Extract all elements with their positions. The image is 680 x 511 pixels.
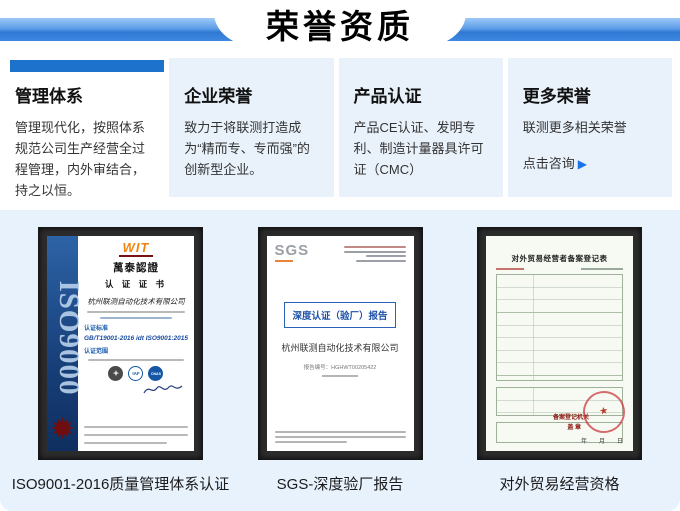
- fine-print-line: [366, 255, 406, 257]
- iso-certificate-paper: ISO9000 ✹ WIT 萬泰認證 认 证 证 书 杭州联测自动化技术有限公司…: [47, 236, 194, 451]
- tab-management-system[interactable]: 管理体系 管理现代化，按照体系规范公司生产经营全过程管理，内外审结合，持之以恒。: [10, 58, 164, 197]
- form-table-main: [496, 274, 623, 381]
- fine-print-line: [84, 426, 188, 428]
- fine-print-block: [275, 431, 406, 443]
- wit-logo-underline: [119, 255, 153, 257]
- tab-title: 更多荣誉: [523, 82, 658, 107]
- iso-side-band: ISO9000 ✹: [47, 236, 78, 451]
- iso-certificate-body: WIT 萬泰認證 认 证 证 书 杭州联测自动化技术有限公司 认证标准 GB/T…: [78, 236, 194, 451]
- sgs-logo-text: SGS: [275, 242, 310, 259]
- certificates-section: ISO9000 ✹ WIT 萬泰認證 认 证 证 书 杭州联测自动化技术有限公司…: [0, 210, 680, 511]
- fine-print-line: [84, 442, 167, 444]
- company-name: 杭州联测自动化技术有限公司: [87, 296, 185, 307]
- fine-print-line: [84, 434, 188, 436]
- page-title-box: 荣誉资质: [214, 0, 466, 47]
- certificate-foreign-trade[interactable]: 对外贸易经营者备案登记表 备案登记机关 盖 章 ★ 年 月 日: [477, 227, 642, 494]
- honor-tabs: 管理体系 管理现代化，按照体系规范公司生产经营全过程管理，内外审结合，持之以恒。…: [10, 58, 672, 197]
- certificate-caption: 对外贸易经营资格: [499, 473, 619, 494]
- tab-title: 产品认证: [354, 82, 489, 107]
- fine-print-line: [275, 441, 347, 443]
- stamp-seal-word: 盖 章: [567, 422, 581, 431]
- iaf-logo-icon: IAF: [128, 366, 143, 381]
- accreditation-logos: ✦ IAF CNAS: [108, 366, 163, 381]
- fine-print-line: [275, 431, 406, 433]
- form-subheader: [496, 268, 623, 270]
- section-header: 荣誉资质: [0, 0, 680, 55]
- certificate-frame: SGS 深度认证（验厂）报告 杭州联测自动化技术有限公司 报告编号：HGHWT0…: [258, 227, 423, 460]
- sgs-report-paper: SGS 深度认证（验厂）报告 杭州联测自动化技术有限公司 报告编号：HGHWT0…: [267, 236, 414, 451]
- standard-number: GB/T19001-2016 idt ISO9001:2015: [84, 335, 188, 342]
- certificate-frame: 对外贸易经营者备案登记表 备案登记机关 盖 章 ★ 年 月 日: [477, 227, 642, 460]
- wit-logo: WIT: [123, 242, 150, 254]
- fine-print-line: [344, 246, 406, 248]
- form-date-line: 年 月 日: [581, 436, 623, 445]
- certifier-name: 萬泰認證: [113, 260, 159, 275]
- fine-print-line: [100, 317, 173, 319]
- tab-description: 联测更多相关荣誉: [523, 117, 658, 138]
- stamp-star-icon: ★: [599, 406, 610, 417]
- consult-link[interactable]: 点击咨询▶: [523, 153, 658, 172]
- active-tab-indicator: [10, 60, 164, 72]
- sgs-logo-accent: [275, 260, 293, 262]
- trade-form-paper: 对外贸易经营者备案登记表 备案登记机关 盖 章 ★ 年 月 日: [486, 236, 633, 451]
- consult-link-label: 点击咨询: [523, 156, 575, 171]
- fine-print-line: [88, 359, 184, 361]
- iso9000-vertical-text: ISO9000: [47, 248, 91, 428]
- signature-icon: [142, 383, 184, 396]
- report-date-line: [322, 375, 358, 377]
- tab-description: 致力于将联测打造成为“精而专、专而强”的创新型企业。: [184, 117, 319, 180]
- sgs-header: SGS: [275, 244, 406, 262]
- tab-more-honors[interactable]: 更多荣誉 联测更多相关荣誉 点击咨询▶: [508, 58, 672, 197]
- fine-print-line: [344, 251, 406, 253]
- page-title: 荣誉资质: [266, 0, 414, 48]
- arrow-right-icon: ▶: [578, 157, 587, 171]
- fine-print-block: [84, 422, 188, 446]
- form-number-line: [496, 268, 524, 270]
- wit-globe-icon: ✦: [108, 366, 123, 381]
- report-title-box: 深度认证（验厂）报告: [284, 302, 395, 328]
- company-name: 杭州联测自动化技术有限公司: [281, 341, 398, 354]
- certificate-iso9001[interactable]: ISO9000 ✹ WIT 萬泰認證 认 证 证 书 杭州联测自动化技术有限公司…: [38, 227, 203, 494]
- certificates-row: ISO9000 ✹ WIT 萬泰認證 认 证 证 书 杭州联测自动化技术有限公司…: [0, 210, 680, 494]
- tab-description: 管理现代化，按照体系规范公司生产经营全过程管理，内外审结合，持之以恒。: [15, 117, 150, 201]
- fine-print-line: [87, 311, 186, 313]
- certificate-sgs-report[interactable]: SGS 深度认证（验厂）报告 杭州联测自动化技术有限公司 报告编号：HGHWT0…: [258, 227, 423, 494]
- form-title: 对外贸易经营者备案登记表: [496, 253, 623, 264]
- certificate-caption: SGS-深度验厂报告: [277, 473, 404, 494]
- certificate-frame: ISO9000 ✹ WIT 萬泰認證 认 证 证 书 杭州联测自动化技术有限公司…: [38, 227, 203, 460]
- sgs-logo: SGS: [275, 244, 310, 262]
- certificate-caption: ISO9001-2016质量管理体系认证: [12, 473, 230, 494]
- fine-print-line: [356, 260, 406, 262]
- sgs-meta-lines: [344, 244, 406, 262]
- cnas-logo-icon: CNAS: [148, 366, 163, 381]
- tab-product-certification[interactable]: 产品认证 产品CE认证、发明专利、制造计量器具许可证（CMC）: [339, 58, 503, 197]
- form-code-line: [581, 268, 623, 270]
- certificate-doc-title: 认 证 证 书: [105, 278, 167, 290]
- tab-enterprise-honor[interactable]: 企业荣誉 致力于将联测打造成为“精而专、专而强”的创新型企业。: [169, 58, 333, 197]
- tab-title: 企业荣誉: [184, 82, 319, 107]
- tab-title: 管理体系: [15, 82, 150, 107]
- tab-description: 产品CE认证、发明专利、制造计量器具许可证（CMC）: [354, 117, 489, 180]
- report-number: 报告编号：HGHWT00205422: [304, 363, 377, 371]
- fine-print-line: [275, 436, 406, 438]
- red-seal-icon: ✹: [50, 415, 75, 445]
